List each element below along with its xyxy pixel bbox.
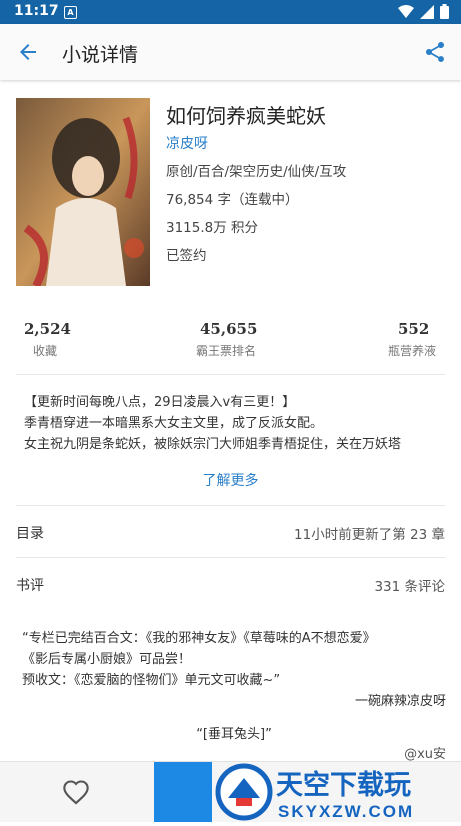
- stat-value: 2,524: [24, 320, 71, 338]
- notification-icon: A: [64, 6, 77, 19]
- points: 3115.8万 积分: [166, 220, 259, 236]
- cover-illustration: [16, 98, 150, 286]
- stat-favorites: 2,524 收藏: [24, 320, 71, 359]
- divider: [16, 557, 445, 558]
- catalog-label: 目录: [16, 526, 44, 542]
- app-bar: 小说详情: [0, 24, 461, 80]
- action-button[interactable]: [154, 762, 212, 822]
- book-title: 如何饲养疯美蛇妖: [166, 104, 326, 128]
- review-quote: “[垂耳兔头]”: [196, 727, 272, 742]
- book-tags: 原创/百合/架空历史/仙侠/互攻: [166, 164, 347, 180]
- stats-row: 2,524 收藏 45,655 霸王票排名 552 瓶营养液: [16, 320, 445, 360]
- share-icon[interactable]: [423, 40, 447, 64]
- battery-icon: [440, 4, 449, 19]
- read-more-link[interactable]: 了解更多: [0, 470, 461, 490]
- divider: [16, 374, 445, 375]
- stat-label: 霸王票排名: [196, 344, 257, 358]
- author-link[interactable]: 凉皮呀: [166, 133, 346, 153]
- book-info: 如何饲养疯美蛇妖 凉皮呀 原创/百合/架空历史/仙侠/互攻 76,854 字（连…: [166, 100, 346, 272]
- watermark-logo: 天空下载玩 SKYXZW.COM: [214, 762, 461, 822]
- status-bar: 11:17 A: [0, 0, 461, 24]
- catalog-update: 11小时前更新了第 23 章: [294, 527, 445, 543]
- book-cover[interactable]: [16, 98, 150, 286]
- synopsis-line: 季青梧穿进一本暗黑系大女主文里，成了反派女配。: [24, 416, 324, 431]
- stat-value: 45,655: [200, 320, 258, 338]
- signal-icon: [420, 4, 434, 19]
- watermark-en: SKYXZW.COM: [278, 802, 414, 821]
- review-item[interactable]: “专栏已完结百合文：《我的邪神女友》《草莓味的A不想恋爱》 《影后专属小厨娘》可…: [22, 628, 446, 762]
- synopsis-line: 女主祝九阴是条蛇妖，被除妖宗门大师姐季青梧捉住，关在万妖塔: [24, 437, 402, 452]
- stat-label: 瓶营养液: [388, 344, 437, 358]
- heart-outline-icon[interactable]: [62, 779, 90, 805]
- arrow-back-icon[interactable]: [16, 40, 40, 64]
- review-signature: 一碗麻辣凉皮呀: [354, 694, 446, 709]
- signed-status: 已签约: [166, 248, 207, 264]
- review-line: 预收文：《恋爱脑的怪物们》单元文可收藏~”: [22, 673, 281, 688]
- review-line: 《影后专属小厨娘》可品尝！: [22, 652, 192, 667]
- stat-label: 收藏: [33, 344, 58, 358]
- divider: [16, 505, 445, 506]
- bottom-bar: 天空下载玩 SKYXZW.COM: [0, 761, 461, 822]
- word-count: 76,854 字（连载中）: [166, 192, 299, 208]
- status-time: 11:17: [14, 3, 59, 19]
- stat-nutrients: 552 瓶营养液: [388, 320, 436, 359]
- catalog-row[interactable]: 目录 11小时前更新了第 23 章: [16, 507, 445, 557]
- reviews-count: 331 条评论: [374, 579, 445, 595]
- stat-ranking: 45,655 霸王票排名: [196, 320, 258, 359]
- watermark-cn: 天空下载玩: [276, 769, 411, 800]
- synopsis: 【更新时间每晚八点，29日凌晨入v有三更！】 季青梧穿进一本暗黑系大女主文里，成…: [24, 392, 444, 455]
- page-title: 小说详情: [62, 44, 139, 66]
- synopsis-line: 【更新时间每晚八点，29日凌晨入v有三更！】: [24, 395, 296, 410]
- wifi-icon: [398, 4, 414, 18]
- review-line: “专栏已完结百合文：《我的邪神女友》《草莓味的A不想恋爱》: [22, 631, 376, 646]
- stat-value: 552: [398, 320, 430, 338]
- reviews-label: 书评: [16, 578, 44, 594]
- reviews-row[interactable]: 书评 331 条评论: [16, 559, 445, 609]
